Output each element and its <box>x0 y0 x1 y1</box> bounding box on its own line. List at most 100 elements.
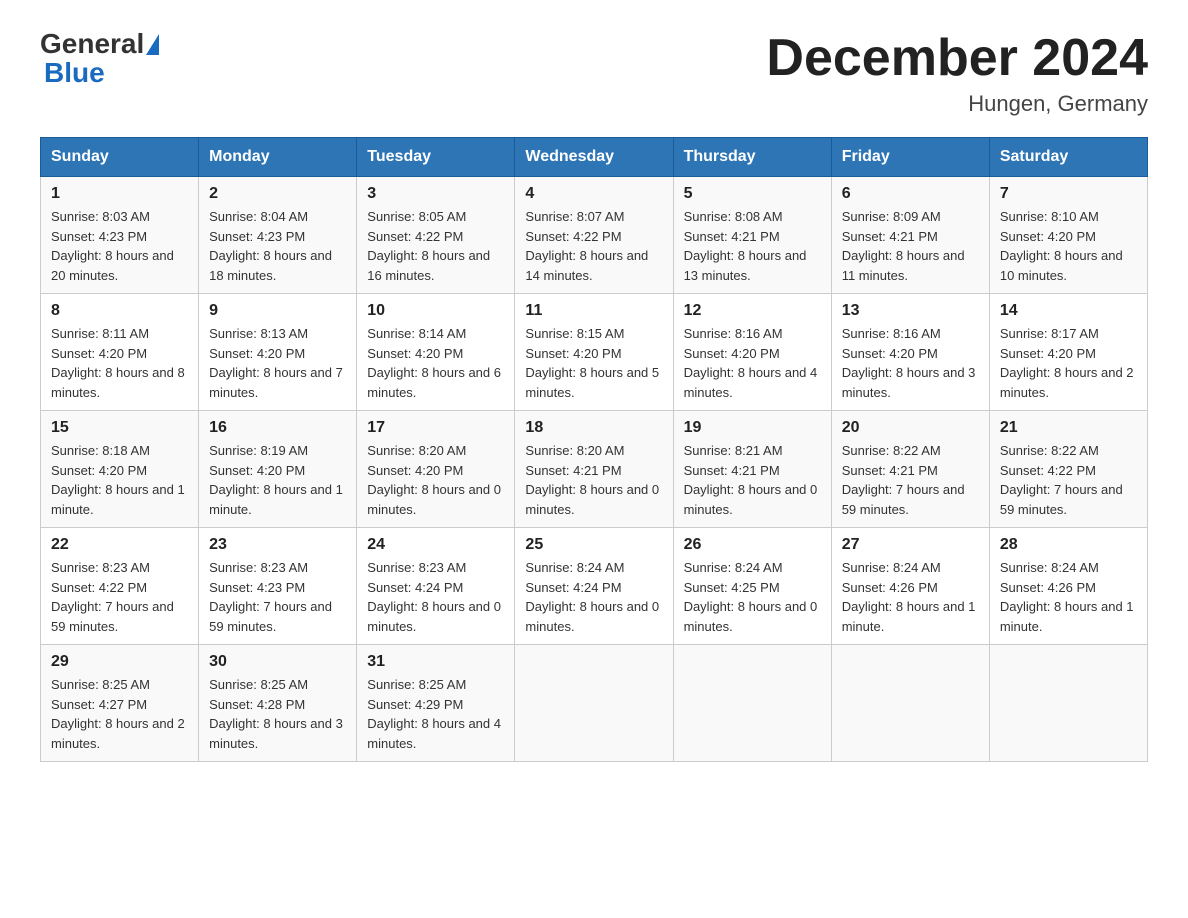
day-number: 6 <box>842 185 979 203</box>
day-info: Sunrise: 8:24 AMSunset: 4:26 PMDaylight:… <box>1000 560 1134 634</box>
day-info: Sunrise: 8:25 AMSunset: 4:27 PMDaylight:… <box>51 677 185 751</box>
day-info: Sunrise: 8:24 AMSunset: 4:24 PMDaylight:… <box>525 560 659 634</box>
day-info: Sunrise: 8:05 AMSunset: 4:22 PMDaylight:… <box>367 209 490 283</box>
calendar-cell: 19 Sunrise: 8:21 AMSunset: 4:21 PMDaylig… <box>673 411 831 528</box>
day-info: Sunrise: 8:24 AMSunset: 4:26 PMDaylight:… <box>842 560 976 634</box>
calendar-cell: 21 Sunrise: 8:22 AMSunset: 4:22 PMDaylig… <box>989 411 1147 528</box>
calendar-cell: 6 Sunrise: 8:09 AMSunset: 4:21 PMDayligh… <box>831 177 989 294</box>
logo: General Blue <box>40 30 159 87</box>
col-friday: Friday <box>831 138 989 177</box>
calendar-cell: 18 Sunrise: 8:20 AMSunset: 4:21 PMDaylig… <box>515 411 673 528</box>
calendar-cell: 11 Sunrise: 8:15 AMSunset: 4:20 PMDaylig… <box>515 294 673 411</box>
calendar-week-row: 15 Sunrise: 8:18 AMSunset: 4:20 PMDaylig… <box>41 411 1148 528</box>
day-number: 26 <box>684 536 821 554</box>
day-number: 5 <box>684 185 821 203</box>
col-saturday: Saturday <box>989 138 1147 177</box>
logo-icon <box>146 34 159 55</box>
day-info: Sunrise: 8:16 AMSunset: 4:20 PMDaylight:… <box>842 326 976 400</box>
day-info: Sunrise: 8:22 AMSunset: 4:22 PMDaylight:… <box>1000 443 1123 517</box>
col-sunday: Sunday <box>41 138 199 177</box>
calendar-week-row: 22 Sunrise: 8:23 AMSunset: 4:22 PMDaylig… <box>41 528 1148 645</box>
calendar-cell <box>989 645 1147 762</box>
day-info: Sunrise: 8:03 AMSunset: 4:23 PMDaylight:… <box>51 209 174 283</box>
day-number: 19 <box>684 419 821 437</box>
calendar-cell: 9 Sunrise: 8:13 AMSunset: 4:20 PMDayligh… <box>199 294 357 411</box>
calendar-cell: 10 Sunrise: 8:14 AMSunset: 4:20 PMDaylig… <box>357 294 515 411</box>
day-number: 3 <box>367 185 504 203</box>
calendar-cell: 24 Sunrise: 8:23 AMSunset: 4:24 PMDaylig… <box>357 528 515 645</box>
calendar-week-row: 8 Sunrise: 8:11 AMSunset: 4:20 PMDayligh… <box>41 294 1148 411</box>
calendar-cell: 8 Sunrise: 8:11 AMSunset: 4:20 PMDayligh… <box>41 294 199 411</box>
day-info: Sunrise: 8:08 AMSunset: 4:21 PMDaylight:… <box>684 209 807 283</box>
day-info: Sunrise: 8:22 AMSunset: 4:21 PMDaylight:… <box>842 443 965 517</box>
calendar-cell: 5 Sunrise: 8:08 AMSunset: 4:21 PMDayligh… <box>673 177 831 294</box>
calendar-week-row: 29 Sunrise: 8:25 AMSunset: 4:27 PMDaylig… <box>41 645 1148 762</box>
day-number: 31 <box>367 653 504 671</box>
day-info: Sunrise: 8:25 AMSunset: 4:28 PMDaylight:… <box>209 677 343 751</box>
month-year: December 2024 <box>766 30 1148 87</box>
day-info: Sunrise: 8:16 AMSunset: 4:20 PMDaylight:… <box>684 326 818 400</box>
calendar-header: Sunday Monday Tuesday Wednesday Thursday… <box>41 138 1148 177</box>
day-number: 10 <box>367 302 504 320</box>
calendar-cell: 2 Sunrise: 8:04 AMSunset: 4:23 PMDayligh… <box>199 177 357 294</box>
col-thursday: Thursday <box>673 138 831 177</box>
calendar-cell <box>515 645 673 762</box>
day-number: 17 <box>367 419 504 437</box>
calendar-cell: 28 Sunrise: 8:24 AMSunset: 4:26 PMDaylig… <box>989 528 1147 645</box>
day-info: Sunrise: 8:25 AMSunset: 4:29 PMDaylight:… <box>367 677 501 751</box>
day-number: 8 <box>51 302 188 320</box>
day-number: 27 <box>842 536 979 554</box>
day-number: 1 <box>51 185 188 203</box>
day-info: Sunrise: 8:17 AMSunset: 4:20 PMDaylight:… <box>1000 326 1134 400</box>
calendar-cell: 13 Sunrise: 8:16 AMSunset: 4:20 PMDaylig… <box>831 294 989 411</box>
day-number: 30 <box>209 653 346 671</box>
header-row: Sunday Monday Tuesday Wednesday Thursday… <box>41 138 1148 177</box>
calendar-cell: 27 Sunrise: 8:24 AMSunset: 4:26 PMDaylig… <box>831 528 989 645</box>
calendar-cell: 16 Sunrise: 8:19 AMSunset: 4:20 PMDaylig… <box>199 411 357 528</box>
day-info: Sunrise: 8:23 AMSunset: 4:24 PMDaylight:… <box>367 560 501 634</box>
day-info: Sunrise: 8:18 AMSunset: 4:20 PMDaylight:… <box>51 443 185 517</box>
day-info: Sunrise: 8:24 AMSunset: 4:25 PMDaylight:… <box>684 560 818 634</box>
day-info: Sunrise: 8:09 AMSunset: 4:21 PMDaylight:… <box>842 209 965 283</box>
calendar-cell: 29 Sunrise: 8:25 AMSunset: 4:27 PMDaylig… <box>41 645 199 762</box>
day-number: 15 <box>51 419 188 437</box>
day-info: Sunrise: 8:10 AMSunset: 4:20 PMDaylight:… <box>1000 209 1123 283</box>
day-number: 16 <box>209 419 346 437</box>
day-number: 25 <box>525 536 662 554</box>
col-tuesday: Tuesday <box>357 138 515 177</box>
calendar-cell: 30 Sunrise: 8:25 AMSunset: 4:28 PMDaylig… <box>199 645 357 762</box>
calendar-cell: 26 Sunrise: 8:24 AMSunset: 4:25 PMDaylig… <box>673 528 831 645</box>
calendar-cell <box>673 645 831 762</box>
calendar-cell: 4 Sunrise: 8:07 AMSunset: 4:22 PMDayligh… <box>515 177 673 294</box>
day-number: 21 <box>1000 419 1137 437</box>
calendar-cell: 22 Sunrise: 8:23 AMSunset: 4:22 PMDaylig… <box>41 528 199 645</box>
location: Hungen, Germany <box>766 91 1148 117</box>
title-block: December 2024 Hungen, Germany <box>766 30 1148 117</box>
day-info: Sunrise: 8:21 AMSunset: 4:21 PMDaylight:… <box>684 443 818 517</box>
calendar-cell: 31 Sunrise: 8:25 AMSunset: 4:29 PMDaylig… <box>357 645 515 762</box>
day-info: Sunrise: 8:04 AMSunset: 4:23 PMDaylight:… <box>209 209 332 283</box>
calendar-cell: 25 Sunrise: 8:24 AMSunset: 4:24 PMDaylig… <box>515 528 673 645</box>
day-info: Sunrise: 8:23 AMSunset: 4:22 PMDaylight:… <box>51 560 174 634</box>
day-info: Sunrise: 8:19 AMSunset: 4:20 PMDaylight:… <box>209 443 343 517</box>
day-info: Sunrise: 8:11 AMSunset: 4:20 PMDaylight:… <box>51 326 185 400</box>
day-number: 2 <box>209 185 346 203</box>
page-header: General Blue December 2024 Hungen, Germa… <box>40 30 1148 117</box>
calendar-body: 1 Sunrise: 8:03 AMSunset: 4:23 PMDayligh… <box>41 177 1148 762</box>
calendar-cell: 17 Sunrise: 8:20 AMSunset: 4:20 PMDaylig… <box>357 411 515 528</box>
day-info: Sunrise: 8:20 AMSunset: 4:21 PMDaylight:… <box>525 443 659 517</box>
calendar-cell: 15 Sunrise: 8:18 AMSunset: 4:20 PMDaylig… <box>41 411 199 528</box>
day-number: 22 <box>51 536 188 554</box>
day-number: 24 <box>367 536 504 554</box>
day-number: 23 <box>209 536 346 554</box>
col-wednesday: Wednesday <box>515 138 673 177</box>
calendar-cell <box>831 645 989 762</box>
calendar-cell: 3 Sunrise: 8:05 AMSunset: 4:22 PMDayligh… <box>357 177 515 294</box>
calendar-table: Sunday Monday Tuesday Wednesday Thursday… <box>40 137 1148 762</box>
day-info: Sunrise: 8:23 AMSunset: 4:23 PMDaylight:… <box>209 560 332 634</box>
day-number: 13 <box>842 302 979 320</box>
day-number: 20 <box>842 419 979 437</box>
calendar-week-row: 1 Sunrise: 8:03 AMSunset: 4:23 PMDayligh… <box>41 177 1148 294</box>
day-info: Sunrise: 8:14 AMSunset: 4:20 PMDaylight:… <box>367 326 501 400</box>
day-info: Sunrise: 8:20 AMSunset: 4:20 PMDaylight:… <box>367 443 501 517</box>
